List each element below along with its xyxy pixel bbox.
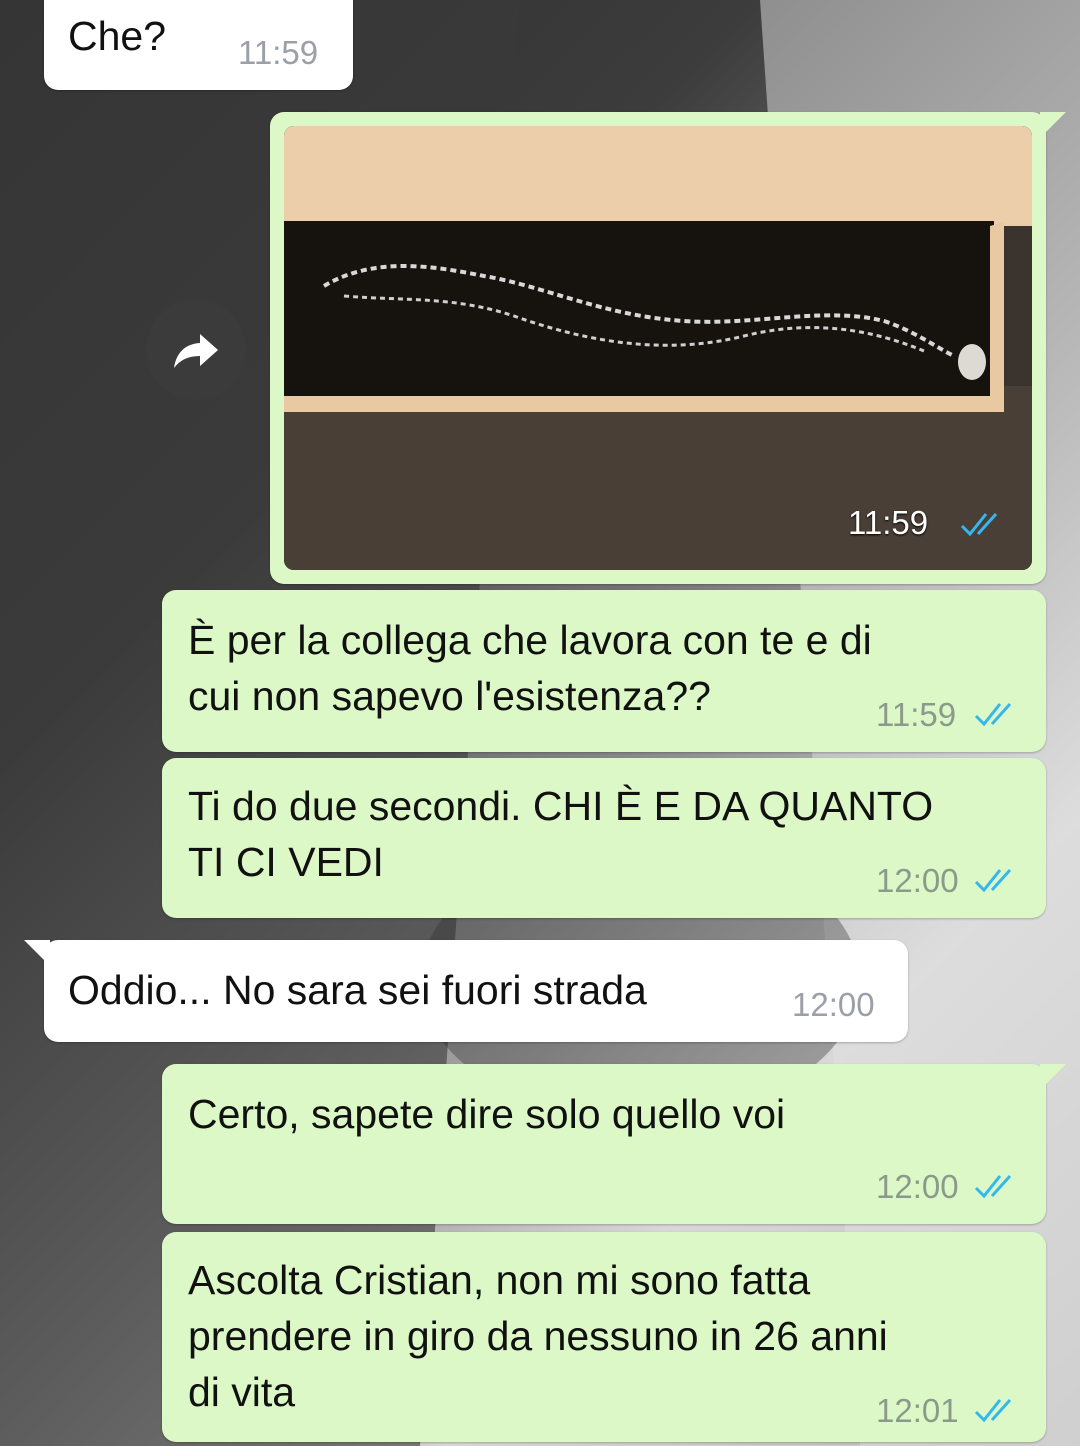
message-time: 12:01 — [876, 1392, 959, 1429]
double-check-icon — [960, 512, 998, 537]
message-text: Che? — [68, 13, 167, 59]
bubble-tail — [1040, 112, 1066, 138]
double-check-icon — [974, 702, 1012, 727]
message-text-line-3: di vita — [188, 1369, 296, 1415]
message-text-line-1: È per la collega che lavora con te e di — [188, 617, 872, 663]
outgoing-message[interactable]: È per la collega che lavora con te e di … — [162, 590, 1046, 752]
message-text: Oddio... No sara sei fuori strada — [68, 967, 647, 1013]
necklace-photo[interactable]: 11:59 — [284, 126, 1032, 570]
double-check-icon — [974, 868, 1012, 893]
bubble-tail — [1040, 1064, 1066, 1090]
message-time: 11:59 — [238, 34, 319, 71]
outgoing-message[interactable]: Certo, sapete dire solo quello voi 12:00 — [162, 1064, 1066, 1224]
image-time: 11:59 — [848, 504, 929, 541]
message-text: Certo, sapete dire solo quello voi — [188, 1091, 786, 1137]
message-time: 12:00 — [876, 862, 959, 899]
forward-button[interactable] — [146, 300, 246, 400]
incoming-message[interactable]: Oddio... No sara sei fuori strada 12:00 — [24, 940, 908, 1042]
message-time: 11:59 — [876, 696, 957, 733]
incoming-message[interactable]: Che? 11:59 — [44, 0, 353, 90]
message-text-line-1: Ti do due secondi. CHI È E DA QUANTO — [188, 783, 934, 829]
message-time: 12:00 — [792, 986, 875, 1023]
bubble-tail — [24, 940, 50, 966]
outgoing-message[interactable]: Ascolta Cristian, non mi sono fatta pren… — [162, 1232, 1046, 1442]
double-check-icon — [974, 1398, 1012, 1423]
message-text-line-2: cui non sapevo l'esistenza?? — [188, 673, 711, 719]
double-check-icon — [974, 1174, 1012, 1199]
message-text-line-1: Ascolta Cristian, non mi sono fatta — [188, 1257, 811, 1303]
message-text-line-2: prendere in giro da nessuno in 26 anni — [188, 1313, 888, 1359]
message-time: 12:00 — [876, 1168, 959, 1205]
outgoing-message[interactable]: Ti do due secondi. CHI È E DA QUANTO TI … — [162, 758, 1046, 918]
forward-arrow-icon — [174, 334, 218, 368]
outgoing-image-message[interactable]: 11:59 — [270, 112, 1066, 584]
message-text-line-2: TI CI VEDI — [188, 839, 384, 885]
